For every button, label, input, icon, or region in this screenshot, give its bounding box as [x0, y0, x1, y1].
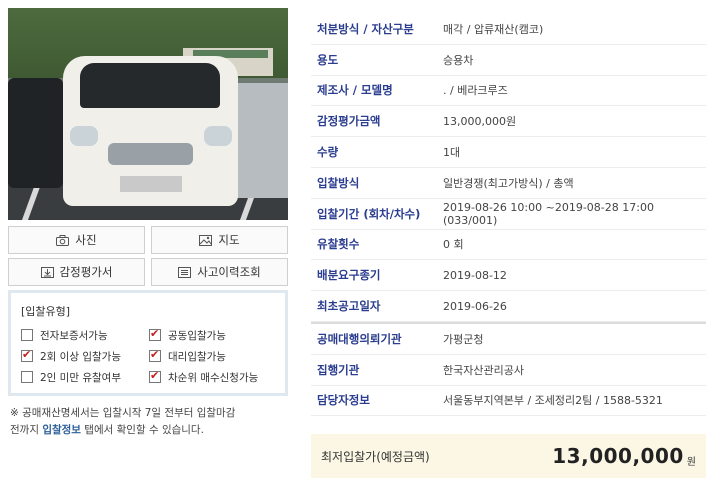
agency-label: 공매대행의뢰기관 — [317, 331, 402, 346]
detail-value: . / 베라크루즈 — [443, 84, 508, 98]
detail-value: 2019-08-26 10:00 ~2019-08-28 17:00 (033/… — [443, 200, 654, 227]
camera-icon — [56, 234, 70, 246]
list-icon — [178, 266, 192, 278]
detail-value: 일반경쟁(최고가방식) / 총액 — [443, 176, 574, 190]
detail-value: 2019-08-12 — [443, 268, 507, 282]
detail-row: 최초공고일자 2019-06-26 — [311, 291, 706, 322]
map-button-label: 지도 — [218, 233, 240, 247]
detail-label: 최초공고일자 — [317, 299, 381, 314]
detail-row: 입찰방식 일반경쟁(최고가방식) / 총액 — [311, 168, 706, 199]
accident-history-label: 사고이력조회 — [197, 265, 261, 279]
agency-value: 가평군청 — [443, 332, 484, 346]
detail-row: 처분방식 / 자산구분 매각 / 압류재산(캠코) — [311, 14, 706, 45]
blurred-license-plate — [120, 176, 182, 192]
auction-item-page: 사진 지도 감정평가서 사고이력조회 [입찰유형] 전자보증서가능 ✔ 공동입찰… — [0, 0, 720, 478]
bid-info-tab-link[interactable]: 입찰정보 — [42, 424, 81, 436]
detail-value: 1대 — [443, 146, 461, 160]
map-button[interactable]: 지도 — [151, 226, 288, 254]
price-unit: 원 — [686, 456, 696, 468]
checkbox-icon — [21, 329, 33, 341]
bid-type-title: [입찰유형] — [21, 305, 71, 318]
bid-type-label: 전자보증서가능 — [40, 329, 108, 342]
detail-label: 입찰기간 (회차/차수) — [317, 206, 421, 221]
photo-grille — [108, 143, 193, 165]
accident-history-button[interactable]: 사고이력조회 — [151, 258, 288, 286]
detail-label: 수량 — [317, 145, 339, 160]
detail-row: 배분요구종기 2019-08-12 — [311, 260, 706, 292]
bid-type-option: 2인 미만 유찰여부 — [21, 369, 149, 385]
photo-headlamp — [70, 126, 98, 146]
detail-value: 13,000,000원 — [443, 115, 517, 129]
bid-type-label: 2인 미만 유찰여부 — [40, 371, 121, 384]
appraisal-report-label: 감정평가서 — [59, 265, 113, 279]
detail-label: 용도 — [317, 52, 339, 67]
agency-value: 서울동부지역본부 / 조세정리2팀 / 1588-5321 — [443, 394, 663, 408]
detail-value: 매각 / 압류재산(캠코) — [443, 22, 544, 36]
bid-type-option: 전자보증서가능 — [21, 327, 149, 343]
photo-car-left — [8, 78, 63, 188]
photo-button[interactable]: 사진 — [8, 226, 145, 254]
bid-type-option: 공동입찰가능 — [149, 327, 289, 343]
detail-label: 제조사 / 모델명 — [317, 83, 393, 98]
appraisal-report-button[interactable]: 감정평가서 — [8, 258, 145, 286]
item-detail-table: 처분방식 / 자산구분 매각 / 압류재산(캠코) 용도 승용차 제조사 / 모델명… — [311, 14, 706, 417]
checked-checkbox-icon — [149, 348, 161, 362]
detail-value: 승용차 — [443, 53, 474, 67]
agency-value: 한국자산관리공사 — [443, 363, 524, 377]
detail-label: 감정평가금액 — [317, 114, 381, 129]
minimum-bid-price-label: 최저입찰가(예정금액) — [321, 449, 430, 464]
detail-label: 입찰방식 — [317, 175, 360, 190]
bid-type-label: 공동입찰가능 — [168, 329, 226, 342]
photo-button-label: 사진 — [75, 233, 97, 247]
notice-line-2: 전까지 입찰정보 탭에서 확인할 수 있습니다. — [10, 422, 290, 439]
bid-type-option: 차순위 매수신청가능 — [149, 369, 289, 385]
detail-row: 용도 승용차 — [311, 45, 706, 76]
detail-row: 감정평가금액 13,000,000원 — [311, 106, 706, 138]
notice-text: 탭에서 확인할 수 있습니다. — [80, 424, 204, 436]
image-icon — [199, 234, 213, 246]
bid-type-option: 2회 이상 입찰가능 — [21, 348, 149, 364]
bid-type-label: 2회 이상 입찰가능 — [40, 350, 121, 363]
photo-windshield — [80, 63, 220, 108]
detail-row: 수량 1대 — [311, 137, 706, 168]
detail-value: 0 회 — [443, 238, 464, 252]
vehicle-photo[interactable] — [8, 8, 288, 220]
bid-type-label: 대리입찰가능 — [168, 350, 226, 363]
minimum-bid-price-value: 13,000,000 — [552, 444, 684, 468]
notice-text: 전까지 — [10, 424, 43, 436]
bid-type-label: 차순위 매수신청가능 — [168, 371, 259, 384]
checkbox-icon — [21, 371, 33, 383]
download-icon — [40, 266, 54, 278]
detail-value: 2019-06-26 — [443, 299, 507, 313]
checked-checkbox-icon — [21, 348, 33, 362]
statement-notice: ※ 공매재산명세서는 입찰시작 7일 전부터 입찰마감 전까지 입찰정보 탭에서… — [10, 405, 290, 439]
bid-type-option: 대리입찰가능 — [149, 348, 289, 364]
photo-headlamp — [204, 126, 232, 146]
detail-label: 처분방식 / 자산구분 — [317, 21, 414, 36]
minimum-bid-price-box: 최저입찰가(예정금액) 13,000,000 원 — [311, 434, 706, 478]
detail-row: 유찰횟수 0 회 — [311, 230, 706, 261]
agency-label: 담당자정보 — [317, 393, 370, 408]
agency-label: 집행기관 — [317, 362, 360, 377]
bid-type-box: [입찰유형] 전자보증서가능 공동입찰가능 2회 이상 입찰가능 대리입찰가능 … — [8, 290, 288, 396]
bid-type-options: 전자보증서가능 공동입찰가능 2회 이상 입찰가능 대리입찰가능 2인 미만 유… — [21, 327, 275, 385]
notice-line-1: ※ 공매재산명세서는 입찰시작 7일 전부터 입찰마감 — [10, 407, 236, 419]
detail-label: 배분요구종기 — [317, 268, 381, 283]
agency-row: 집행기관 한국자산관리공사 — [311, 355, 706, 386]
detail-row: 제조사 / 모델명 . / 베라크루즈 — [311, 76, 706, 107]
agency-row: 담당자정보 서울동부지역본부 / 조세정리2팀 / 1588-5321 — [311, 386, 706, 417]
checked-checkbox-icon — [149, 327, 161, 341]
agency-row: 공매대행의뢰기관 가평군청 — [311, 324, 706, 355]
detail-row: 입찰기간 (회차/차수) 2019-08-26 10:00 ~2019-08-28… — [311, 199, 706, 230]
detail-label: 유찰횟수 — [317, 237, 360, 252]
checked-checkbox-icon — [149, 369, 161, 383]
